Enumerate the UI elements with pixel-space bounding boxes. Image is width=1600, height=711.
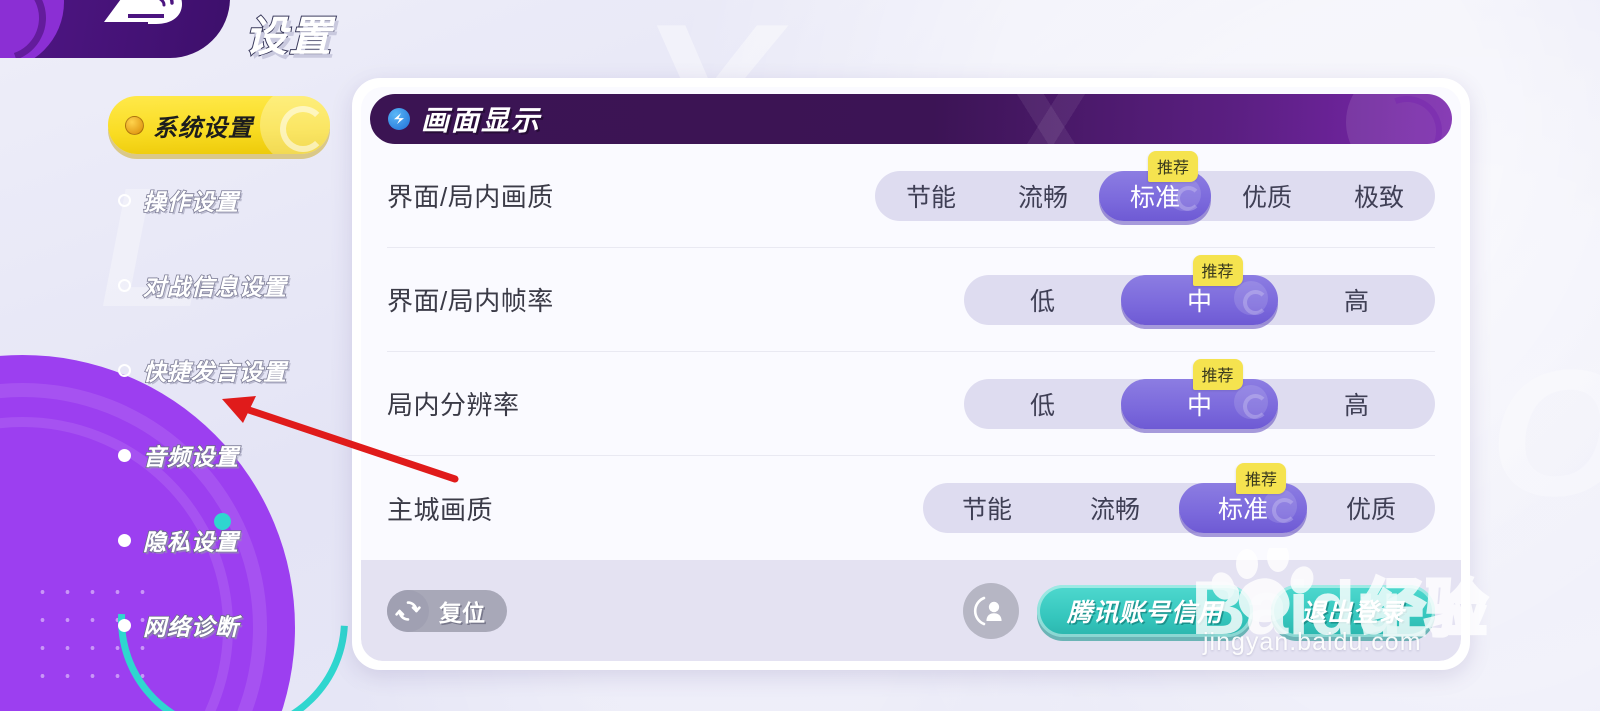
sidebar-item-label: 快捷发言设置 xyxy=(142,358,287,386)
pill-watermark xyxy=(1234,384,1268,419)
segmented-control: 低 推荐 中 高 xyxy=(964,254,1435,325)
segment-option-label: 中 xyxy=(1186,391,1212,420)
logout-button[interactable]: 退出登录 xyxy=(1270,584,1435,637)
segment-option[interactable]: 极致 xyxy=(1323,171,1435,221)
segment-option-label: 标准 xyxy=(1217,496,1268,525)
segment-option-label: 中 xyxy=(1186,287,1212,316)
bullet-icon xyxy=(118,533,131,547)
segmented-control: 节能 流畅 推荐 标准 优质 xyxy=(923,463,1435,534)
segment-option-selected[interactable]: 推荐 中 xyxy=(1121,254,1278,325)
logo-banner xyxy=(0,0,230,58)
panel-title: 画面显示 xyxy=(421,105,542,137)
segmented-control: 低 推荐 中 高 xyxy=(964,358,1435,429)
pill-watermark xyxy=(1234,280,1268,315)
bullet-icon xyxy=(118,448,131,462)
segment-option[interactable]: 高 xyxy=(1278,379,1435,429)
sidebar-item-label: 隐私设置 xyxy=(142,528,239,556)
refresh-icon xyxy=(387,589,429,632)
setting-label: 界面/局内帧率 xyxy=(387,286,554,317)
bullet-icon xyxy=(118,193,131,207)
recommended-badge: 推荐 xyxy=(1147,150,1199,182)
segment-option-selected[interactable]: 推荐 标准 xyxy=(1099,150,1211,221)
gem-icon xyxy=(125,115,144,135)
sidebar-item-label: 对战信息设置 xyxy=(142,273,287,301)
segment-option[interactable]: 节能 xyxy=(923,483,1051,533)
segment-option[interactable]: 节能 xyxy=(875,171,987,221)
setting-label: 主城画质 xyxy=(387,494,494,525)
settings-card: 画面显示 界面/局内画质 节能 流畅 推荐 标准 优质 极致 界面/局内帧率 低… xyxy=(352,78,1470,670)
reset-button[interactable]: 复位 xyxy=(387,589,507,632)
setting-label: 局内分辨率 xyxy=(387,390,520,421)
setting-control: 低 推荐 中 高 xyxy=(964,358,1435,429)
sidebar-item-label: 操作设置 xyxy=(142,188,239,216)
reset-label: 复位 xyxy=(439,599,485,626)
sidebar-item-label: 网络诊断 xyxy=(142,613,239,641)
pill-watermark xyxy=(1263,489,1297,524)
settings-card-inner: 画面显示 界面/局内画质 节能 流畅 推荐 标准 优质 极致 界面/局内帧率 低… xyxy=(361,87,1461,661)
bullet-icon xyxy=(118,278,131,292)
page-title: 设置 xyxy=(244,12,334,61)
segment-option-label: 标准 xyxy=(1129,183,1180,212)
bullet-icon xyxy=(118,618,131,632)
settings-rows: 界面/局内画质 节能 流畅 推荐 标准 优质 极致 界面/局内帧率 低 推荐 中… xyxy=(361,144,1461,560)
segment-option-selected[interactable]: 推荐 标准 xyxy=(1179,463,1307,534)
sidebar-item-battle-info-settings[interactable]: 对战信息设置 xyxy=(118,265,350,305)
recommended-badge: 推荐 xyxy=(1192,358,1243,390)
sidebar-item-audio-settings[interactable]: 音频设置 xyxy=(118,435,350,475)
setting-row-city-quality: 主城画质 节能 流畅 推荐 标准 优质 xyxy=(387,456,1435,560)
panel-header-display: 画面显示 xyxy=(370,94,1452,145)
segment-option[interactable]: 流畅 xyxy=(1051,483,1179,533)
sidebar-active-halo xyxy=(260,96,330,154)
setting-control: 低 推荐 中 高 xyxy=(964,254,1435,325)
footer-actions: 腾讯账号信用 退出登录 xyxy=(962,582,1435,639)
segment-option-selected[interactable]: 推荐 中 xyxy=(1121,358,1278,429)
sidebar-item-network-diagnostics[interactable]: 网络诊断 xyxy=(118,605,350,645)
display-icon xyxy=(388,108,410,131)
segment-option[interactable]: 低 xyxy=(964,379,1121,429)
user-avatar-icon[interactable] xyxy=(962,582,1019,639)
recommended-badge: 推荐 xyxy=(1192,254,1243,286)
tencent-credit-button[interactable]: 腾讯账号信用 xyxy=(1036,584,1253,637)
logo-blob xyxy=(0,0,64,58)
setting-row-ingame-resolution: 局内分辨率 低 推荐 中 高 xyxy=(387,352,1435,457)
sidebar-item-control-settings[interactable]: 操作设置 xyxy=(118,180,350,220)
settings-sidebar: 系统设置 操作设置 对战信息设置 快捷发言设置 音频设置 隐私设置 网络诊断 xyxy=(0,96,350,645)
segment-option[interactable]: 优质 xyxy=(1307,483,1435,533)
game-logo-icon xyxy=(104,0,182,24)
header-pattern xyxy=(975,94,1126,145)
card-footer: 复位 腾讯账号信用 退出登录 xyxy=(361,560,1461,661)
segment-option[interactable]: 高 xyxy=(1278,275,1435,325)
bullet-icon xyxy=(118,363,131,377)
sidebar-item-label: 系统设置 xyxy=(153,114,253,142)
segmented-control: 节能 流畅 推荐 标准 优质 极致 xyxy=(875,150,1435,221)
setting-label: 界面/局内画质 xyxy=(387,182,554,213)
bg-glyph-5: O xyxy=(1490,330,1600,537)
setting-row-interface-quality: 界面/局内画质 节能 流畅 推荐 标准 优质 极致 xyxy=(387,144,1435,249)
segment-option[interactable]: 优质 xyxy=(1211,171,1323,221)
segment-option[interactable]: 流畅 xyxy=(987,171,1099,221)
recommended-badge: 推荐 xyxy=(1235,463,1287,495)
sidebar-item-system-settings[interactable]: 系统设置 xyxy=(108,96,330,154)
segment-option[interactable]: 低 xyxy=(964,275,1121,325)
sidebar-item-label: 音频设置 xyxy=(142,443,239,471)
sidebar-item-quick-chat-settings[interactable]: 快捷发言设置 xyxy=(118,350,350,390)
setting-row-interface-framerate: 界面/局内帧率 低 推荐 中 高 xyxy=(387,248,1435,353)
setting-control: 节能 流畅 推荐 标准 优质 极致 xyxy=(875,150,1435,221)
sidebar-item-privacy-settings[interactable]: 隐私设置 xyxy=(118,520,350,560)
header-logo-watermark xyxy=(1346,94,1452,145)
setting-control: 节能 流畅 推荐 标准 优质 xyxy=(923,463,1435,534)
